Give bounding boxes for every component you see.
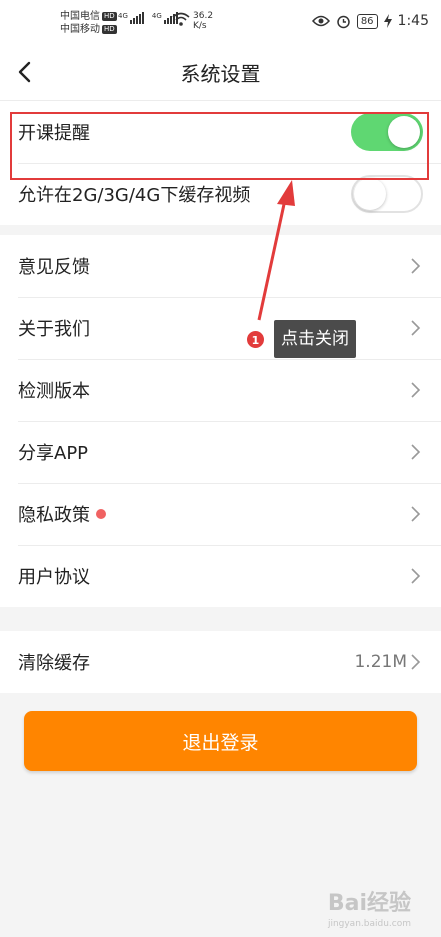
network-speed: 36.2 K/s xyxy=(193,11,213,31)
network-type-2: 4G xyxy=(151,12,162,20)
toggle-knob xyxy=(354,178,386,210)
cache-size-value: 1.21M xyxy=(354,652,407,672)
annotation-tooltip: 点击关闭 xyxy=(274,320,356,358)
menu-item-share-app[interactable]: 分享APP xyxy=(0,421,441,483)
menu-item-label: 意见反馈 xyxy=(18,257,90,278)
hd-badge-2: HD xyxy=(102,25,117,34)
menu-item-label: 检测版本 xyxy=(18,381,90,402)
chevron-right-icon xyxy=(411,654,421,670)
back-button[interactable] xyxy=(14,60,38,84)
carrier-1: 中国电信 xyxy=(60,11,100,22)
mobile-cache-row: 允许在2G/3G/4G下缓存视频 xyxy=(0,163,441,225)
menu-item-about[interactable]: 关于我们 xyxy=(0,297,441,359)
chevron-right-icon xyxy=(411,444,421,460)
privacy-label-text: 隐私政策 xyxy=(18,505,90,526)
speed-value: 36.2 xyxy=(193,11,214,21)
watermark-logo: Bai经验 xyxy=(327,891,411,916)
watermark-url: jingyan.baidu.com xyxy=(327,919,411,929)
toggle-knob xyxy=(388,116,420,148)
toggle-group: 开课提醒 允许在2G/3G/4G下缓存视频 xyxy=(0,100,441,225)
carrier-2: 中国移动 xyxy=(60,24,100,35)
clock: 1:45 xyxy=(397,13,429,29)
chevron-left-icon xyxy=(18,61,31,83)
menu-item-check-version[interactable]: 检测版本 xyxy=(0,359,441,421)
annotation-step-badge: 1 xyxy=(246,330,265,349)
menu-item-label: 用户协议 xyxy=(18,567,90,588)
menu-item-user-agreement[interactable]: 用户协议 xyxy=(0,545,441,607)
class-reminder-toggle[interactable] xyxy=(351,113,423,151)
clear-cache-label: 清除缓存 xyxy=(18,653,90,674)
clear-cache-row[interactable]: 清除缓存 1.21M xyxy=(0,631,441,693)
battery-icon: 86 xyxy=(356,13,378,29)
chevron-right-icon xyxy=(411,320,421,336)
menu-item-label: 分享APP xyxy=(18,443,89,464)
chevron-right-icon xyxy=(411,382,421,398)
menu-item-label: 隐私政策 xyxy=(18,501,409,527)
menu-item-feedback[interactable]: 意见反馈 xyxy=(0,235,441,297)
chevron-right-icon xyxy=(411,506,421,522)
logout-button[interactable]: 退出登录 xyxy=(24,711,417,771)
menu-item-privacy-policy[interactable]: 隐私政策 xyxy=(0,483,441,545)
charging-icon xyxy=(383,14,392,28)
mobile-cache-label: 允许在2G/3G/4G下缓存视频 xyxy=(18,185,251,206)
logout-area: 退出登录 xyxy=(0,693,441,789)
hd-badge-1: HD xyxy=(102,12,117,21)
cache-group: 清除缓存 1.21M xyxy=(0,631,441,693)
menu-group: 意见反馈 关于我们 检测版本 分享APP 隐私政策 用户协议 xyxy=(0,235,441,607)
status-bar: 中国电信 HD 中国移动 HD 4G 4G 36.2 K/s 86 1:45 xyxy=(0,0,441,44)
new-badge-dot xyxy=(96,509,106,519)
page-title: 系统设置 xyxy=(180,61,261,86)
eye-icon xyxy=(311,15,330,27)
class-reminder-row: 开课提醒 xyxy=(0,101,441,163)
wifi-icon xyxy=(172,12,190,26)
carrier-info: 中国电信 HD 中国移动 HD xyxy=(60,10,117,36)
mobile-cache-toggle[interactable] xyxy=(351,175,423,213)
speed-unit: K/s xyxy=(193,21,207,31)
network-type-1: 4G xyxy=(118,12,128,20)
signal-icon: 4G xyxy=(118,12,144,24)
status-right: 86 1:45 xyxy=(311,13,429,29)
signal-indicators: 4G 4G xyxy=(118,12,178,24)
alarm-icon xyxy=(337,15,350,28)
chevron-right-icon xyxy=(411,568,421,584)
app-header: 系统设置 xyxy=(0,44,441,100)
chevron-right-icon xyxy=(411,258,421,274)
class-reminder-label: 开课提醒 xyxy=(18,123,90,144)
